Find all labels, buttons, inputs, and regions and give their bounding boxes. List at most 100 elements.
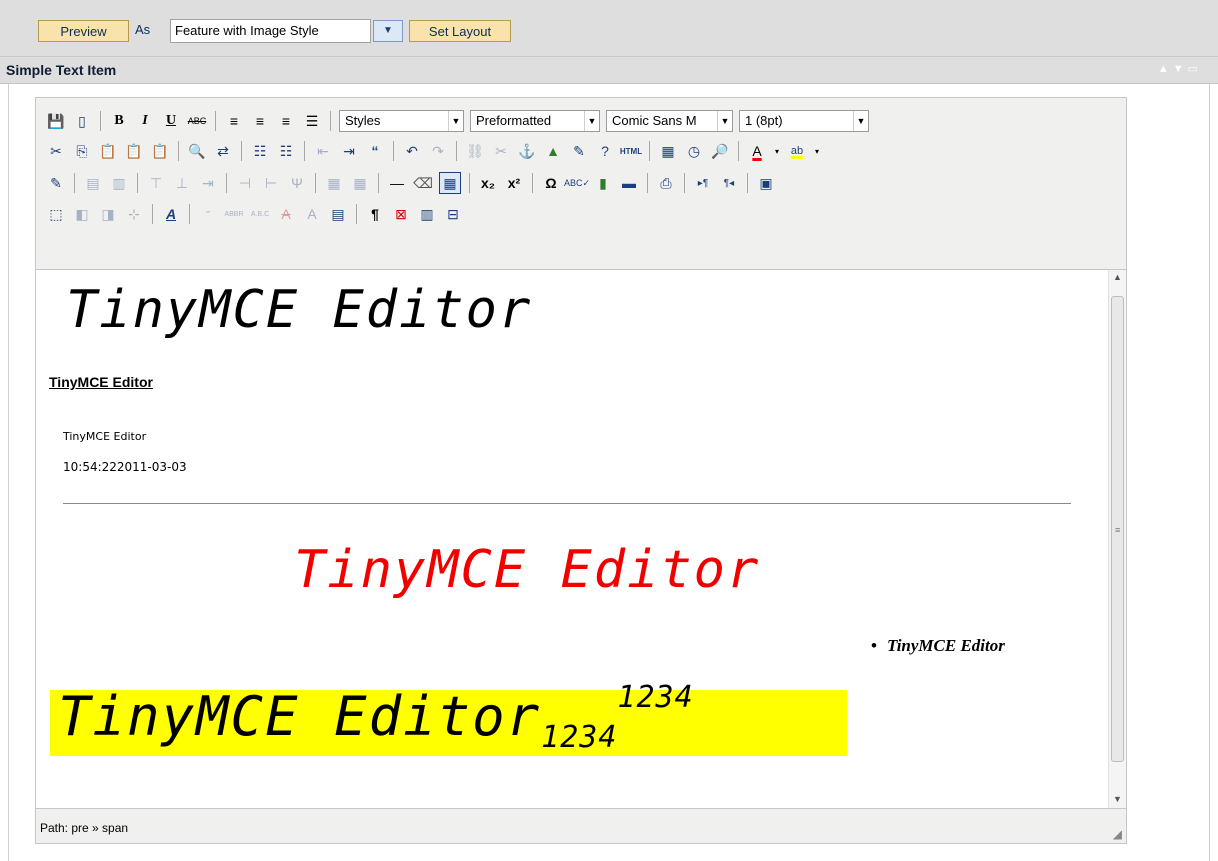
move-backward-icon[interactable]: ◨: [98, 204, 118, 224]
edit-icon[interactable]: ✎: [46, 173, 66, 193]
font-family-dropdown[interactable]: Comic Sans M ▼: [606, 110, 733, 132]
bullet-list-icon[interactable]: ☷: [250, 141, 270, 161]
vertical-scrollbar[interactable]: ▲ ≡ ▼: [1108, 270, 1126, 808]
link-icon[interactable]: ⛓: [465, 141, 485, 161]
layout-dropdown-arrow[interactable]: ▼: [373, 20, 403, 42]
horizontal-rule-icon[interactable]: —: [387, 173, 407, 193]
non-breaking-icon[interactable]: ⊠: [391, 204, 411, 224]
preview-icon[interactable]: 🔎: [710, 141, 730, 161]
element-path[interactable]: Path: pre » span: [40, 821, 128, 835]
insert-layer-icon[interactable]: ⬚: [46, 204, 66, 224]
split-cells-icon[interactable]: ▦: [324, 173, 344, 193]
move-forward-icon[interactable]: ◧: [72, 204, 92, 224]
section-controls[interactable]: ▲▼▭: [1158, 62, 1202, 75]
move-down-icon[interactable]: ▼: [1173, 63, 1188, 75]
table-row-props-icon[interactable]: ▤: [83, 173, 103, 193]
col-after-icon[interactable]: ⊢: [261, 173, 281, 193]
save-icon[interactable]: 💾: [46, 111, 66, 131]
chevron-down-icon[interactable]: ▼: [584, 111, 599, 131]
merge-cells-icon[interactable]: ▦: [350, 173, 370, 193]
table-icon[interactable]: ▦: [439, 172, 461, 194]
chevron-down-icon[interactable]: ▼: [717, 111, 732, 131]
copy-icon[interactable]: ⎘: [72, 141, 92, 161]
row-before-icon[interactable]: ⊤: [146, 173, 166, 193]
chevron-down-icon[interactable]: ▾: [813, 141, 821, 161]
attributes-icon[interactable]: ▤: [328, 204, 348, 224]
delete-row-icon[interactable]: ⇥: [198, 173, 218, 193]
editor-content[interactable]: TinyMCE Editor TinyMCE Editor TinyMCE Ed…: [36, 270, 1106, 808]
paste-text-icon[interactable]: 📋: [124, 141, 144, 161]
scroll-up-icon[interactable]: ▲: [1109, 272, 1126, 282]
print-icon[interactable]: ⎙: [656, 173, 676, 193]
scroll-down-icon[interactable]: ▼: [1109, 794, 1126, 804]
cleanup-icon[interactable]: ✎: [569, 141, 589, 161]
blockquote-icon[interactable]: “: [365, 141, 385, 161]
bold-icon[interactable]: B: [109, 111, 129, 131]
subscript-icon[interactable]: x₂: [478, 173, 498, 193]
special-char-icon[interactable]: Ω: [541, 173, 561, 193]
find-icon[interactable]: 🔍: [187, 141, 207, 161]
row-after-icon[interactable]: ⊥: [172, 173, 192, 193]
preview-button[interactable]: Preview: [38, 20, 129, 42]
style-props-icon[interactable]: A: [161, 204, 181, 224]
fullscreen-icon[interactable]: ▣: [756, 173, 776, 193]
cite-icon[interactable]: “”: [198, 204, 218, 224]
format-dropdown[interactable]: Preformatted ▼: [470, 110, 600, 132]
move-up-icon[interactable]: ▲: [1158, 63, 1173, 75]
indent-icon[interactable]: ⇥: [339, 141, 359, 161]
delete-text-icon[interactable]: A: [276, 204, 296, 224]
acronym-icon[interactable]: A.B.C: [250, 204, 270, 224]
template-icon[interactable]: ▥: [417, 204, 437, 224]
pagebreak-icon[interactable]: ▬: [619, 173, 639, 193]
spellcheck-icon[interactable]: ABC✓: [564, 173, 590, 193]
unlink-icon[interactable]: ✂: [491, 141, 511, 161]
col-before-icon[interactable]: ⊣: [235, 173, 255, 193]
help-icon[interactable]: ?: [595, 141, 615, 161]
resize-grip-icon[interactable]: ◢: [1113, 827, 1122, 841]
insert-date-icon[interactable]: ▦: [658, 141, 678, 161]
italic-icon[interactable]: I: [135, 111, 155, 131]
cut-icon[interactable]: ✂: [46, 141, 66, 161]
scroll-thumb[interactable]: ≡: [1111, 296, 1124, 762]
abbr-icon[interactable]: ABBR: [224, 204, 244, 224]
layout-select[interactable]: Feature with Image Style: [170, 19, 371, 43]
underline-icon[interactable]: U: [161, 111, 181, 131]
font-size-dropdown[interactable]: 1 (8pt) ▼: [739, 110, 869, 132]
chevron-down-icon[interactable]: ▼: [448, 111, 463, 131]
media-icon[interactable]: ▮: [593, 173, 613, 193]
align-justify-icon[interactable]: ☰: [302, 111, 322, 131]
rtl-icon[interactable]: ¶◂: [719, 173, 739, 193]
delete-col-icon[interactable]: Ψ: [287, 173, 307, 193]
redo-icon[interactable]: ↷: [428, 141, 448, 161]
paste-icon[interactable]: 📋: [98, 141, 118, 161]
insert-text-icon[interactable]: A: [302, 204, 322, 224]
outdent-icon[interactable]: ⇤: [313, 141, 333, 161]
collapse-icon[interactable]: ▭: [1188, 63, 1202, 75]
background-color-icon[interactable]: ab: [787, 141, 807, 161]
new-document-icon[interactable]: ▯: [72, 111, 92, 131]
image-icon[interactable]: ▲: [543, 141, 563, 161]
insert-time-icon[interactable]: ◷: [684, 141, 704, 161]
absolute-position-icon[interactable]: ⊹: [124, 204, 144, 224]
text-color-icon[interactable]: A: [747, 141, 767, 161]
align-center-icon[interactable]: ≡: [250, 111, 270, 131]
visual-chars-icon[interactable]: ¶: [365, 204, 385, 224]
align-left-icon[interactable]: ≡: [224, 111, 244, 131]
set-layout-button[interactable]: Set Layout: [409, 20, 511, 42]
chevron-down-icon[interactable]: ▼: [853, 111, 868, 131]
html-icon[interactable]: HTML: [620, 141, 642, 161]
table-cell-props-icon[interactable]: ▥: [109, 173, 129, 193]
undo-icon[interactable]: ↶: [402, 141, 422, 161]
superscript-icon[interactable]: x²: [504, 173, 524, 193]
strikethrough-icon[interactable]: ABC: [187, 111, 207, 131]
align-right-icon[interactable]: ≡: [276, 111, 296, 131]
anchor-icon[interactable]: ⚓: [517, 141, 537, 161]
page-break-icon[interactable]: ⊟: [443, 204, 463, 224]
numbered-list-icon[interactable]: ☷: [276, 141, 296, 161]
remove-format-icon[interactable]: ⌫: [413, 173, 433, 193]
paste-word-icon[interactable]: 📋: [150, 141, 170, 161]
styles-dropdown[interactable]: Styles ▼: [339, 110, 464, 132]
replace-icon[interactable]: ⇄: [213, 141, 233, 161]
ltr-icon[interactable]: ▸¶: [693, 173, 713, 193]
chevron-down-icon[interactable]: ▾: [773, 141, 781, 161]
